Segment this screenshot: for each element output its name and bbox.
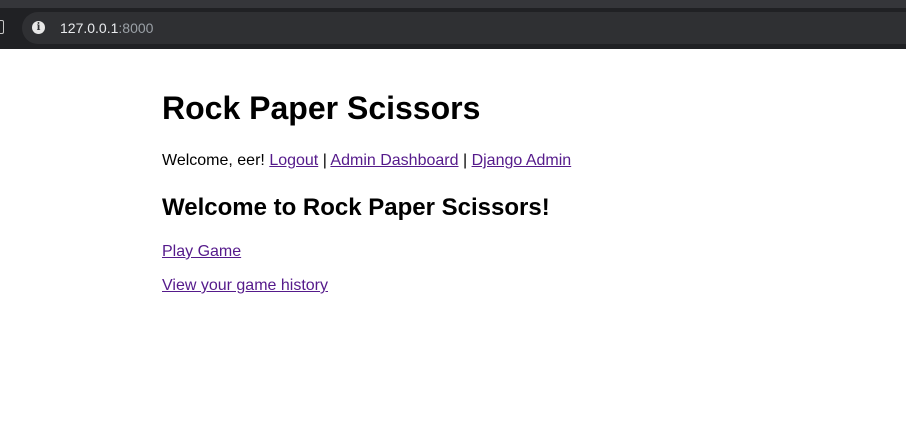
tab-strip xyxy=(0,0,906,8)
page-content: Rock Paper Scissors Welcome, eer! Logout… xyxy=(162,49,862,295)
section-heading: Welcome to Rock Paper Scissors! xyxy=(162,194,550,221)
url-host: 127.0.0.1 xyxy=(60,20,119,36)
nav-separator: | xyxy=(322,152,327,169)
info-icon[interactable]: i xyxy=(32,21,45,34)
nav-separator: | xyxy=(462,152,468,169)
address-bar[interactable]: i 127.0.0.1:8000 xyxy=(22,12,906,44)
user-nav: Welcome, eer! Logout | Admin Dashboard |… xyxy=(162,152,862,170)
url-text[interactable]: 127.0.0.1:8000 xyxy=(60,12,153,44)
welcome-text: Welcome, eer! xyxy=(162,152,265,169)
logout-link[interactable]: Logout xyxy=(269,152,318,169)
play-game-link[interactable]: Play Game xyxy=(162,243,862,261)
action-links: Play Game View your game history xyxy=(162,243,862,295)
url-port: :8000 xyxy=(118,20,154,36)
django-admin-link[interactable]: Django Admin xyxy=(472,152,572,169)
game-history-link[interactable]: View your game history xyxy=(162,277,862,295)
browser-chrome: i 127.0.0.1:8000 xyxy=(0,0,906,49)
page-title: Rock Paper Scissors xyxy=(162,90,481,126)
admin-dashboard-link[interactable]: Admin Dashboard xyxy=(330,152,458,169)
tab-search-icon[interactable] xyxy=(0,20,4,34)
